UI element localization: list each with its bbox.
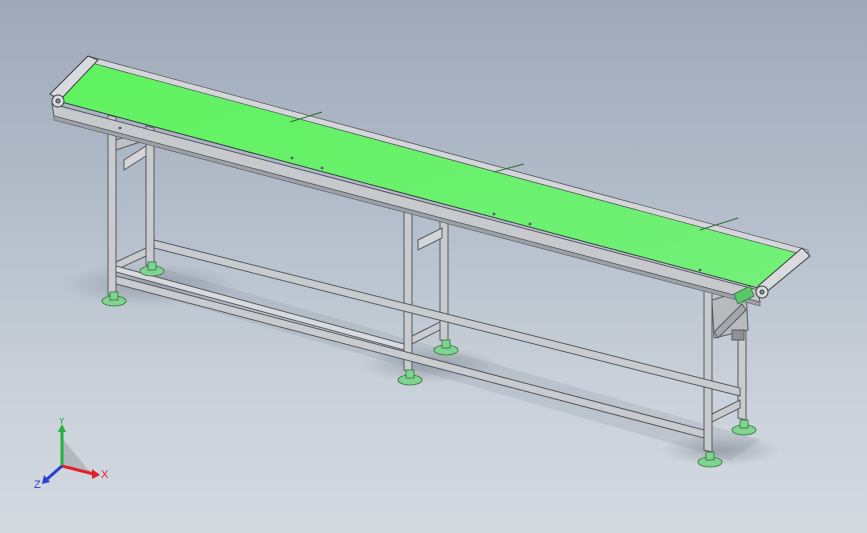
x-label: X [101,469,109,481]
right-lower-cross [711,399,741,423]
graphics-viewport[interactable]: Y X Z [0,0,867,533]
left-diag-brace [123,145,147,171]
belt-surface [53,59,808,289]
foot-right-rear [731,419,757,436]
right-front-leg [703,275,713,453]
left-front-leg [107,114,117,298]
z-axis [45,464,63,482]
axis-triad: Y X Z [34,418,109,490]
y-label: Y [58,418,66,427]
conveyor-model[interactable] [0,0,867,533]
z-label: Z [34,479,41,490]
front-mid-stretcher [115,265,405,351]
mid-front-leg [403,197,413,373]
mid-lower-cross [411,321,441,345]
left-rear-leg [145,125,155,268]
motor-plate [731,329,745,341]
foot-mid-rear [433,339,459,356]
mid-diag-brace [417,227,443,251]
x-arrow [92,469,100,479]
